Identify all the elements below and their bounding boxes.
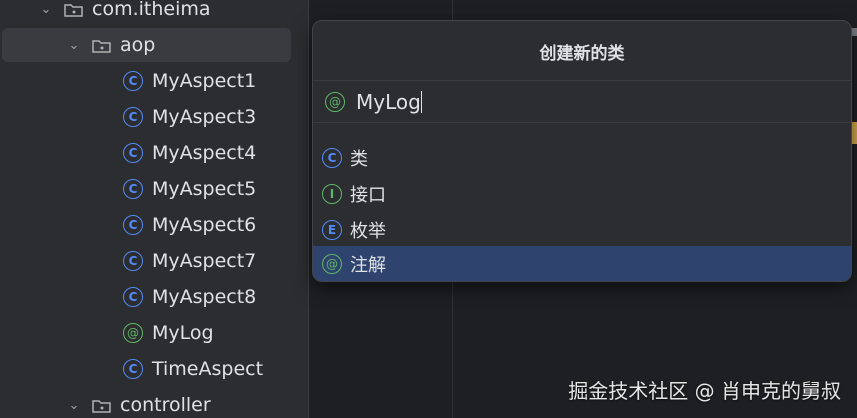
tree-item-class[interactable]: C MyAspect8 — [0, 279, 308, 315]
divider — [313, 80, 851, 81]
panel-divider[interactable] — [308, 0, 309, 418]
tree-item-class[interactable]: C MyAspect1 — [0, 63, 308, 99]
kind-option-class[interactable]: C 类 — [313, 140, 851, 176]
tree-item-label: controller — [120, 394, 211, 416]
tree-item-label: MyAspect3 — [152, 106, 257, 128]
chevron-down-icon[interactable]: ⌄ — [66, 397, 82, 413]
tree-item-label: MyAspect6 — [152, 214, 257, 236]
class-icon: C — [123, 71, 143, 91]
class-icon: C — [123, 251, 143, 271]
tree-item-aop[interactable]: ⌄ aop — [0, 27, 308, 63]
tree-item-label: aop — [120, 34, 156, 56]
tree-item-annotation[interactable]: @ MyLog — [0, 315, 308, 351]
class-icon: C — [123, 107, 143, 127]
kind-option-label: 注解 — [350, 254, 386, 276]
class-icon: C — [322, 148, 342, 168]
class-icon: C — [123, 143, 143, 163]
chevron-down-icon[interactable]: ⌄ — [66, 37, 82, 53]
tree-item-class[interactable]: C MyAspect6 — [0, 207, 308, 243]
class-name-field[interactable]: @ MyLog — [313, 82, 851, 122]
divider — [313, 122, 851, 123]
package-folder-icon — [92, 397, 112, 413]
tree-item-label: MyAspect8 — [152, 286, 257, 308]
package-folder-icon — [64, 1, 84, 17]
kind-option-enum[interactable]: E 枚举 — [313, 212, 851, 248]
tree-item-class[interactable]: C TimeAspect — [0, 351, 308, 387]
annotation-icon: @ — [123, 323, 143, 343]
class-icon: C — [123, 215, 143, 235]
tree-item-label: MyAspect4 — [152, 142, 257, 164]
interface-icon: I — [322, 184, 342, 204]
tree-item-label: MyAspect7 — [152, 250, 257, 272]
class-icon: C — [123, 179, 143, 199]
tree-item-label: MyLog — [152, 322, 214, 344]
annotation-icon: @ — [325, 92, 345, 112]
kind-option-annotation[interactable]: @ 注解 — [313, 246, 851, 281]
tree-item-label: MyAspect5 — [152, 178, 257, 200]
annotation-icon: @ — [322, 253, 342, 274]
project-tree-panel: ⌄ com.itheima ⌄ aop C MyAspect1 C MyAspe… — [0, 0, 308, 418]
create-class-dialog: 创建新的类 @ MyLog C 类 I 接口 E 枚举 @ 注解 — [312, 20, 852, 282]
package-folder-icon — [92, 37, 112, 53]
enum-icon: E — [322, 220, 342, 240]
text-caret — [420, 91, 422, 113]
tree-item-label: MyAspect1 — [152, 70, 257, 92]
tree-item-label: TimeAspect — [152, 358, 264, 380]
kind-option-label: 枚举 — [350, 221, 386, 242]
tree-item-controller[interactable]: ⌄ controller — [0, 387, 308, 418]
tree-item-class[interactable]: C MyAspect7 — [0, 243, 308, 279]
class-icon: C — [123, 359, 143, 379]
tree-item-class[interactable]: C MyAspect5 — [0, 171, 308, 207]
kind-option-label: 类 — [350, 149, 368, 170]
watermark: 掘金技术社区 @ 肖申克的舅叔 — [568, 379, 841, 403]
tree-item-com-itheima[interactable]: ⌄ com.itheima — [0, 0, 308, 27]
tree-item-class[interactable]: C MyAspect4 — [0, 135, 308, 171]
kind-option-label: 接口 — [350, 185, 386, 206]
kind-option-interface[interactable]: I 接口 — [313, 176, 851, 212]
class-icon: C — [123, 287, 143, 307]
tree-item-label: com.itheima — [92, 0, 211, 20]
chevron-down-icon[interactable]: ⌄ — [38, 1, 54, 17]
tree-item-class[interactable]: C MyAspect3 — [0, 99, 308, 135]
dialog-title: 创建新的类 — [539, 43, 625, 64]
class-name-input[interactable]: MyLog — [356, 90, 421, 114]
